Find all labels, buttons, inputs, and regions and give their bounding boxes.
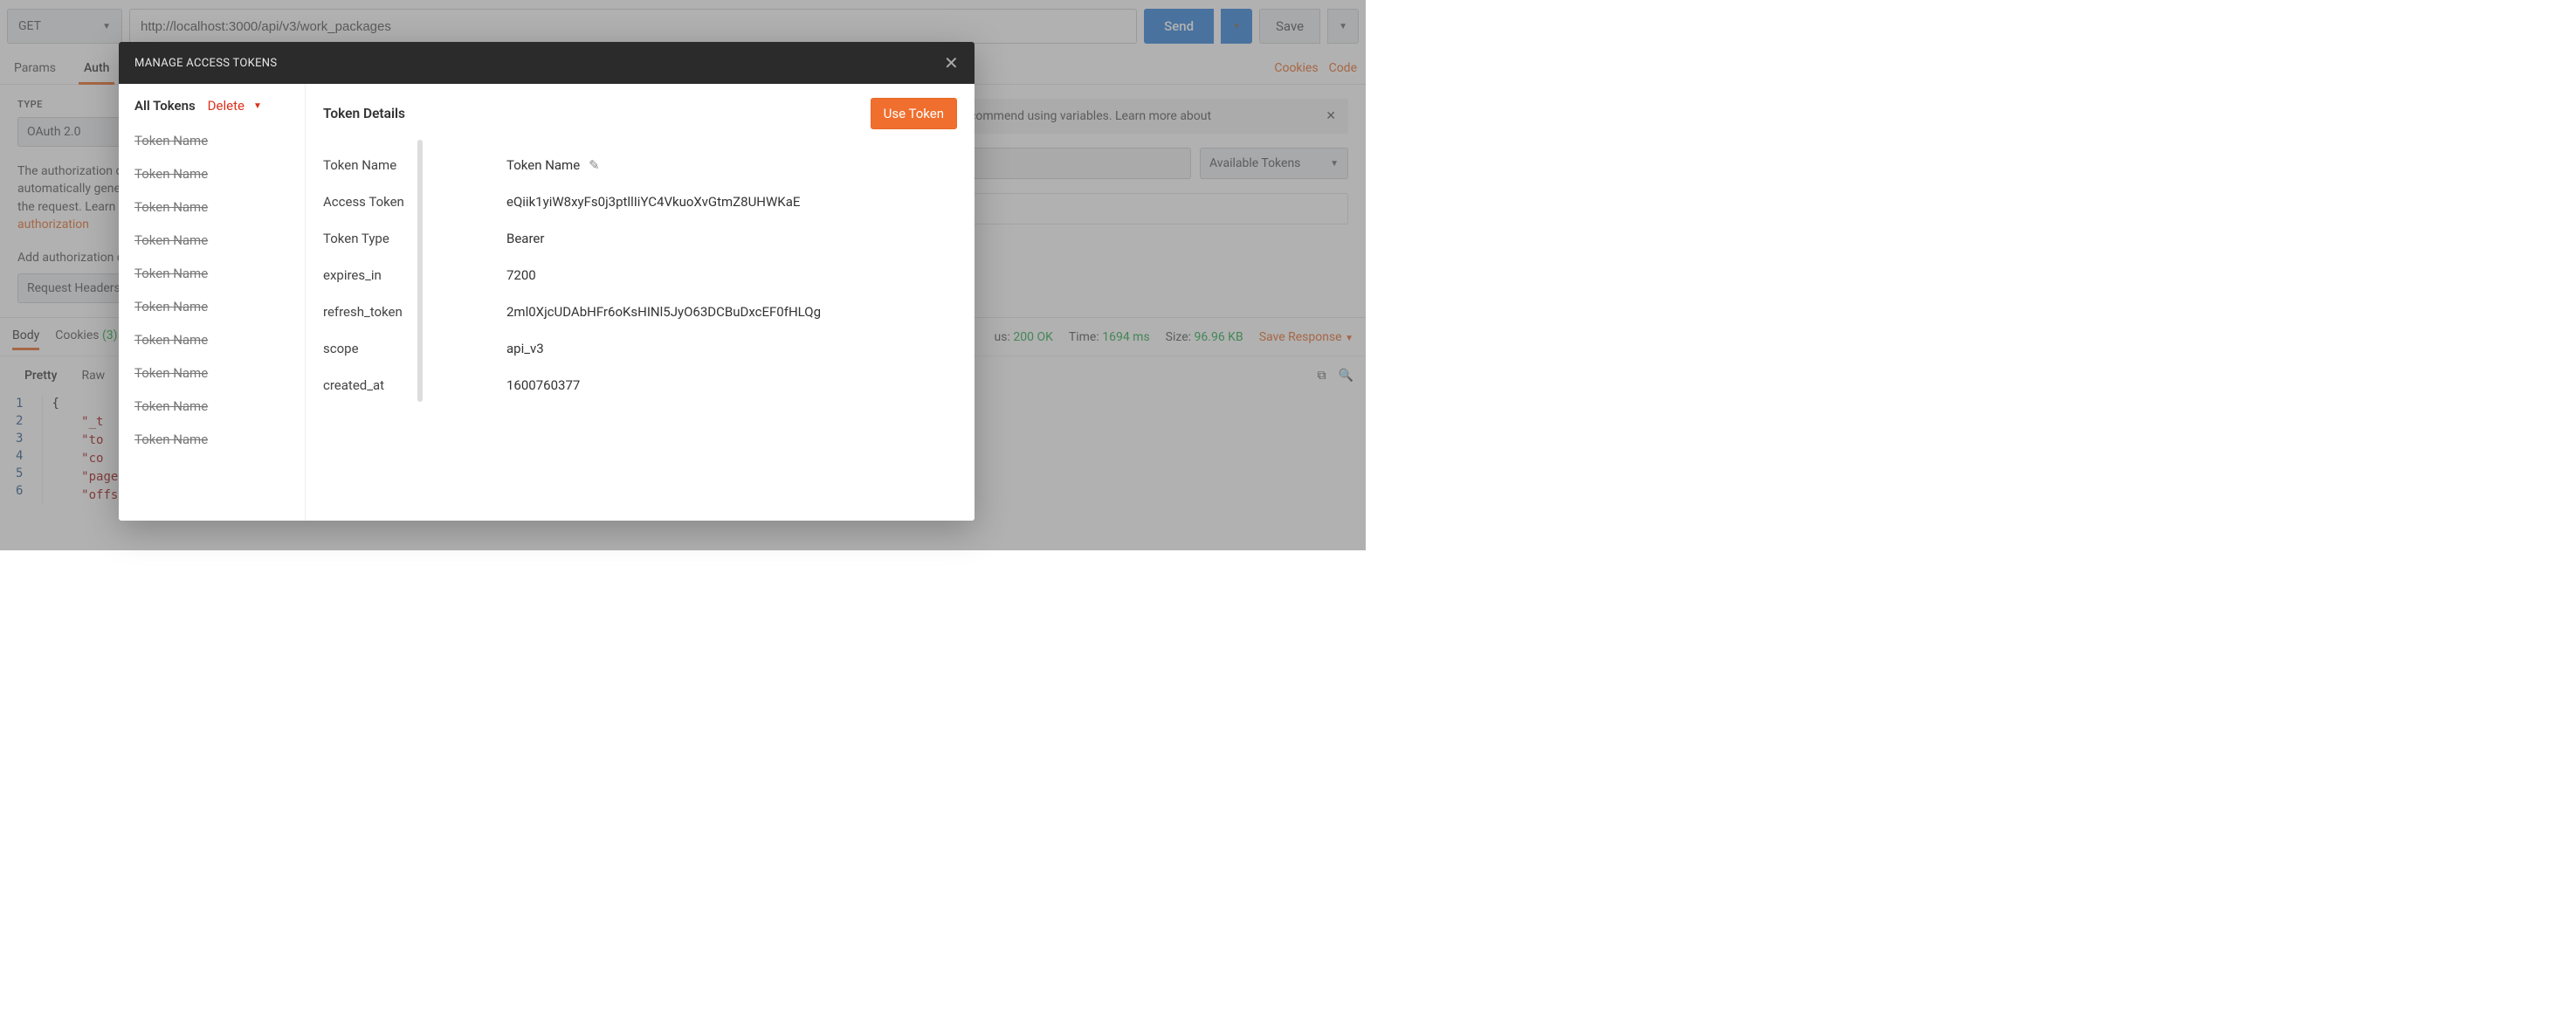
modal-title: MANAGE ACCESS TOKENS xyxy=(134,57,277,70)
close-icon[interactable]: ✕ xyxy=(944,54,959,72)
token-list-item[interactable]: Token Name xyxy=(134,257,305,290)
token-list-item[interactable]: Token Name xyxy=(134,157,305,190)
manage-tokens-modal: MANAGE ACCESS TOKENS ✕ All Tokens Delete… xyxy=(119,42,975,521)
token-list-item[interactable]: Token Name xyxy=(134,290,305,323)
chevron-down-icon: ▼ xyxy=(253,101,262,111)
token-list-item[interactable]: Token Name xyxy=(134,423,305,456)
token-list-panel: All Tokens Delete ▼ Token NameToken Name… xyxy=(119,84,306,521)
modal-header: MANAGE ACCESS TOKENS ✕ xyxy=(119,42,975,84)
pencil-icon[interactable]: ✎ xyxy=(589,157,600,173)
token-list-item[interactable]: Token Name xyxy=(134,124,305,157)
token-list-item[interactable]: Token Name xyxy=(134,390,305,423)
token-list-item[interactable]: Token Name xyxy=(134,224,305,257)
token-list-item[interactable]: Token Name xyxy=(134,356,305,390)
token-list-item[interactable]: Token Name xyxy=(134,323,305,356)
delete-tokens-dropdown[interactable]: Delete ▼ xyxy=(208,98,262,114)
scrollbar[interactable] xyxy=(417,140,423,402)
token-details-panel: Token Details Use Token Token Name Token… xyxy=(306,84,975,521)
all-tokens-label: All Tokens xyxy=(134,98,196,114)
use-token-button[interactable]: Use Token xyxy=(871,98,957,129)
token-details-title: Token Details xyxy=(323,106,405,121)
token-list-item[interactable]: Token Name xyxy=(134,190,305,224)
